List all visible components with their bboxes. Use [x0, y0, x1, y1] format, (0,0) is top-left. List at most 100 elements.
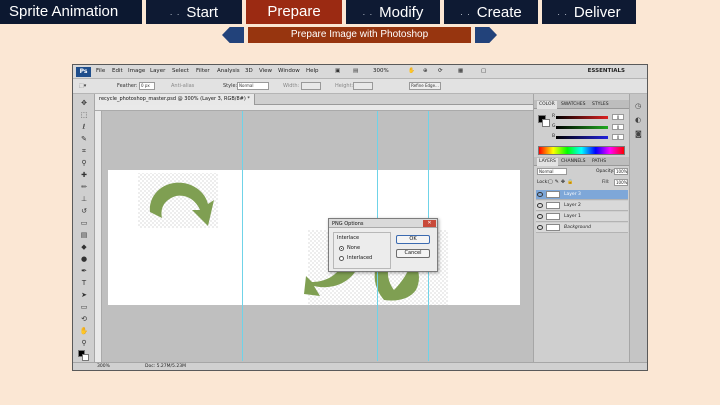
menu-image[interactable]: Image [128, 68, 145, 74]
next-arrow-icon[interactable] [475, 27, 497, 43]
dodge-tool-icon[interactable]: ● [79, 255, 89, 263]
previous-arrow-icon[interactable] [222, 27, 244, 43]
height-input[interactable] [353, 82, 373, 90]
menu-3d[interactable]: 3D [245, 68, 253, 74]
healing-brush-tool-icon[interactable]: ✚ [79, 171, 89, 179]
crop-tool-icon[interactable]: ⌗ [79, 147, 89, 155]
tab-styles[interactable]: STYLES [592, 102, 609, 107]
layer-row[interactable]: Layer 3 [536, 190, 628, 200]
shape-tool-icon[interactable]: ▭ [79, 303, 89, 311]
eye-icon[interactable] [537, 203, 543, 208]
ok-button[interactable]: OK [396, 235, 430, 244]
zoom-level-menu[interactable]: 300% [373, 68, 389, 74]
tab-create[interactable]: . . Create [444, 0, 538, 24]
close-icon[interactable]: ✕ [423, 220, 436, 227]
menu-analysis[interactable]: Analysis [217, 68, 240, 74]
green-value-input[interactable]: 0 [612, 124, 624, 130]
eye-icon[interactable] [537, 214, 543, 219]
tab-channels[interactable]: CHANNELS [561, 159, 586, 164]
type-tool-icon[interactable]: T [79, 279, 89, 287]
tab-paths[interactable]: PATHS [592, 159, 606, 164]
red-value-input[interactable]: 0 [612, 114, 624, 120]
red-slider[interactable] [556, 116, 608, 119]
menu-layer[interactable]: Layer [150, 68, 165, 74]
style-select[interactable]: Normal [237, 82, 269, 90]
path-selection-tool-icon[interactable]: ➤ [79, 291, 89, 299]
menu-select[interactable]: Select [172, 68, 189, 74]
3d-rotate-tool-icon[interactable]: ⟲ [79, 315, 89, 323]
menu-file[interactable]: File [96, 68, 105, 74]
tab-dots: . . [362, 7, 374, 17]
zoom-tool-icon[interactable]: ⚲ [79, 339, 89, 347]
gradient-tool-icon[interactable]: ▤ [79, 231, 89, 239]
blur-tool-icon[interactable]: ◆ [79, 243, 89, 251]
feather-input[interactable]: 0 px [139, 82, 155, 90]
layer-row[interactable]: Background [536, 223, 628, 233]
guide-line[interactable] [242, 111, 243, 361]
layer-row[interactable]: Layer 1 [536, 212, 628, 222]
document-tab[interactable]: recycle_photoshop_master.psd @ 300% (Lay… [95, 94, 255, 105]
history-brush-tool-icon[interactable]: ↺ [79, 207, 89, 215]
interlace-interlaced-radio[interactable]: Interlaced [339, 255, 391, 262]
clone-stamp-tool-icon[interactable]: ⊥ [79, 195, 89, 203]
menu-help[interactable]: Help [306, 68, 319, 74]
interlace-none-radio[interactable]: None [339, 245, 391, 252]
tab-color[interactable]: COLOR [537, 101, 557, 109]
tab-swatches[interactable]: SWATCHES [561, 102, 586, 107]
pen-tool-icon[interactable]: ✒ [79, 267, 89, 275]
color-spectrum-bar[interactable] [538, 146, 625, 155]
eye-icon[interactable] [537, 192, 543, 197]
tab-create-label: Create [476, 4, 522, 21]
blue-slider[interactable] [556, 136, 608, 139]
lock-icons[interactable]: ▢✎✥🔒 [548, 179, 575, 185]
tab-layers[interactable]: LAYERS [537, 158, 558, 166]
masks-panel-icon[interactable]: ◙ [635, 130, 642, 138]
blue-value-input[interactable]: 0 [612, 134, 624, 140]
hand-tool-icon[interactable]: ✋ [79, 327, 89, 335]
tab-start-label: Start [186, 4, 219, 21]
opacity-input[interactable]: 100% [614, 168, 628, 175]
mini-bridge-icon[interactable]: ▤ [353, 68, 358, 74]
workspace-switcher[interactable]: ESSENTIALS [588, 68, 625, 74]
refine-edge-button[interactable]: Refine Edge... [409, 82, 441, 90]
hand-tool-icon[interactable]: ✋ [408, 68, 415, 74]
layer-row[interactable]: Layer 2 [536, 201, 628, 211]
eraser-tool-icon[interactable]: ▭ [79, 219, 89, 227]
width-input[interactable] [301, 82, 321, 90]
brush-tool-icon[interactable]: ✏ [79, 183, 89, 191]
menu-edit[interactable]: Edit [112, 68, 123, 74]
eye-icon[interactable] [537, 225, 543, 230]
background-color-swatch[interactable] [82, 354, 89, 361]
eyedropper-tool-icon[interactable]: ⚲ [79, 159, 89, 167]
image-canvas[interactable] [108, 170, 520, 305]
fill-input[interactable]: 100% [614, 179, 628, 186]
menu-filter[interactable]: Filter [196, 68, 210, 74]
tab-deliver[interactable]: . . Deliver [542, 0, 636, 24]
course-title: Sprite Animation [0, 0, 142, 24]
panel-dock: COLOR SWATCHES STYLES R 0 G 0 B 0 LAYERS… [533, 94, 647, 362]
cancel-button[interactable]: Cancel [396, 249, 430, 258]
screen-mode-icon[interactable]: ▢ [481, 68, 486, 74]
zoom-tool-icon[interactable]: ⊕ [423, 68, 428, 74]
arrange-documents-icon[interactable]: ▦ [458, 68, 463, 74]
rotate-view-icon[interactable]: ⟳ [438, 68, 443, 74]
tab-modify[interactable]: . . Modify [346, 0, 440, 24]
status-zoom: 300% [97, 364, 110, 369]
bridge-icon[interactable]: ▣ [335, 68, 340, 74]
background-color-swatch[interactable] [542, 119, 550, 127]
menu-window[interactable]: Window [278, 68, 300, 74]
ps-toolbox: ✥ ⬚ ℓ ✎ ⌗ ⚲ ✚ ✏ ⊥ ↺ ▭ ▤ ◆ ● ✒ T ➤ ▭ ⟲ ✋ … [73, 94, 95, 362]
antialias-checkbox[interactable]: Anti-alias [171, 83, 194, 89]
marquee-tool-icon[interactable]: ⬚ [79, 111, 89, 119]
quick-select-tool-icon[interactable]: ✎ [79, 135, 89, 143]
tab-prepare[interactable]: Prepare [246, 0, 342, 24]
adjustments-panel-icon[interactable]: ◐ [635, 116, 641, 124]
move-tool-icon[interactable]: ✥ [79, 99, 89, 107]
history-panel-icon[interactable]: ◷ [635, 102, 641, 110]
lasso-tool-icon[interactable]: ℓ [79, 123, 89, 131]
menu-view[interactable]: View [259, 68, 272, 74]
marquee-tool-preset-icon[interactable]: ⬚▾ [79, 83, 86, 89]
tab-start[interactable]: . . Start [146, 0, 242, 24]
green-slider[interactable] [556, 126, 608, 129]
blend-mode-select[interactable]: Normal [537, 168, 567, 175]
